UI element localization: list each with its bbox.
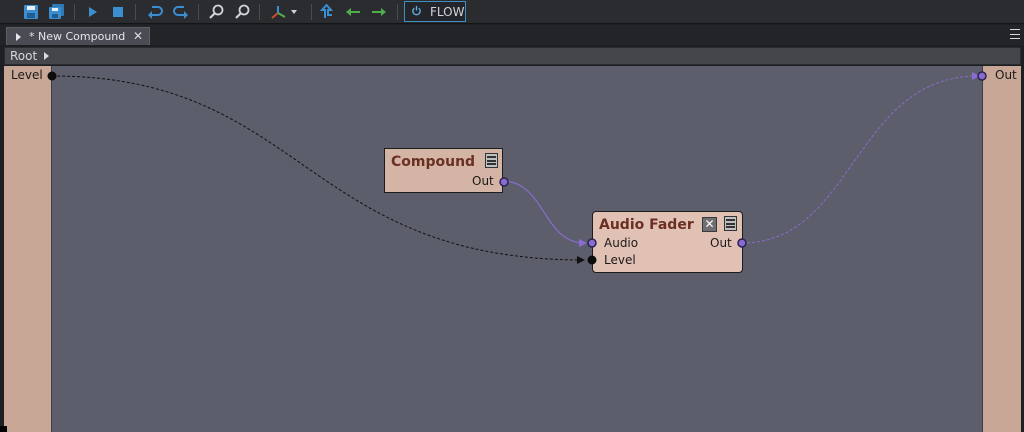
save-icon[interactable] (21, 2, 41, 22)
hamburger-menu-icon[interactable] (1010, 29, 1020, 39)
breadcrumb-root[interactable]: Root (10, 49, 37, 63)
tab-label: * New Compound (29, 30, 126, 43)
breadcrumb-expand-icon[interactable] (44, 52, 50, 60)
fader-level-label: Level (604, 253, 636, 267)
fader-audio-label: Audio (604, 236, 639, 250)
audio-fader-node-title: Audio Fader (599, 217, 694, 233)
link-level-to-fader[interactable] (51, 75, 585, 261)
node-menu-icon[interactable] (724, 216, 737, 231)
fader-level-port[interactable] (586, 254, 598, 266)
axis-gizmo-icon[interactable] (268, 2, 302, 22)
node-menu-icon[interactable] (485, 153, 498, 168)
link-fader-to-output[interactable] (741, 75, 979, 244)
input-port-level-dot[interactable] (47, 71, 57, 81)
fader-out-port[interactable] (736, 237, 748, 249)
audio-fader-node[interactable]: Audio Fader ✕ Audio Level Out (587, 211, 747, 273)
compound-out-label: Out (472, 174, 494, 188)
breadcrumb: Root (4, 47, 1021, 65)
back-arrow-icon[interactable] (343, 2, 363, 22)
zoom-out-icon[interactable] (232, 2, 252, 22)
play-icon[interactable] (82, 2, 102, 22)
zoom-in-icon[interactable] (206, 2, 226, 22)
graph-canvas[interactable]: Level Out Compound Out Audio Fader ✕ Aud… (4, 66, 1021, 432)
tab-expand-icon[interactable] (16, 32, 21, 41)
window-corner (0, 426, 7, 432)
tab-new-compound[interactable]: * New Compound ✕ (6, 27, 150, 45)
compound-node-title: Compound (391, 154, 476, 170)
fader-out-label: Out (710, 236, 732, 250)
compound-out-port[interactable] (498, 176, 510, 188)
redo-icon[interactable] (171, 2, 191, 22)
stop-icon[interactable] (108, 2, 128, 22)
toolbar: FLOW (0, 0, 1024, 24)
navigate-up-icon[interactable] (317, 2, 337, 22)
close-icon[interactable]: ✕ (133, 30, 143, 42)
output-port-out-dot[interactable] (977, 71, 987, 81)
connections-layer (47, 71, 987, 264)
close-icon[interactable]: ✕ (702, 217, 717, 232)
link-compound-to-fader[interactable] (502, 180, 585, 244)
flow-label: FLOW (430, 4, 465, 19)
fader-audio-port[interactable] (586, 237, 598, 249)
power-icon (411, 5, 422, 19)
save-all-icon[interactable] (47, 2, 67, 22)
flow-toggle-button[interactable]: FLOW (404, 1, 466, 22)
compound-node[interactable]: Compound Out (384, 148, 509, 193)
tab-bar: * New Compound ✕ (0, 25, 1024, 45)
forward-arrow-icon[interactable] (369, 2, 389, 22)
link-level-arrowhead (577, 256, 585, 264)
undo-icon[interactable] (145, 2, 165, 22)
